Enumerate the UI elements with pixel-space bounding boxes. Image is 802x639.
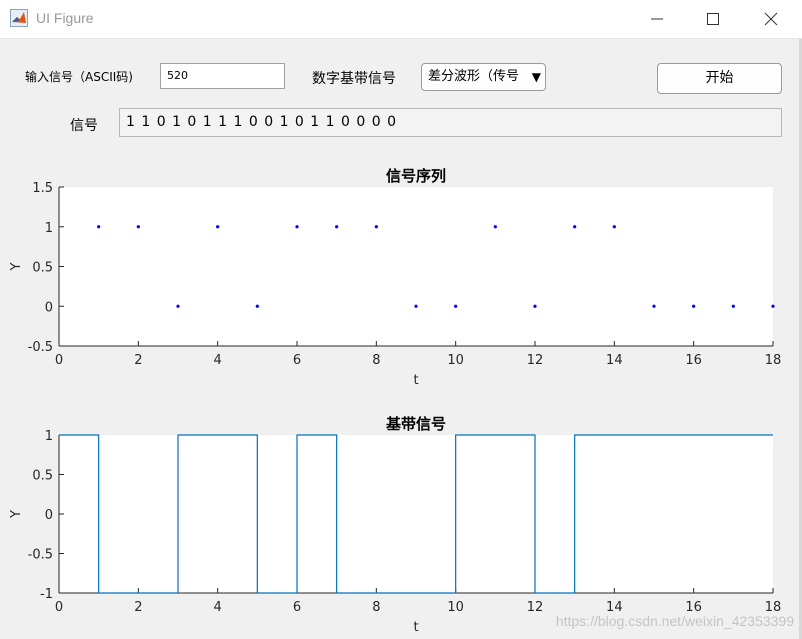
chart-title: 基带信号 — [385, 415, 446, 433]
x-tick-label: 2 — [134, 600, 142, 615]
minimize-icon — [651, 18, 663, 20]
data-point — [573, 225, 577, 229]
start-button[interactable]: 开始 — [657, 63, 782, 94]
x-tick-label: 6 — [293, 600, 301, 615]
waveform-dropdown[interactable]: 差分波形（传号 ▼ — [421, 63, 546, 91]
data-point — [454, 304, 458, 308]
watermark-text: https://blog.csdn.net/weixin_42353399 — [555, 613, 794, 629]
x-tick-label: 6 — [293, 353, 301, 368]
data-point — [414, 304, 418, 308]
y-tick-label: -0.5 — [28, 340, 53, 355]
maximize-button[interactable] — [690, 0, 736, 38]
dropdown-arrow-icon: ▼ — [529, 64, 541, 90]
x-axis-label: t — [413, 373, 418, 388]
y-tick-label: -1 — [40, 587, 53, 602]
y-axis-label: Y — [9, 262, 24, 271]
data-point — [136, 225, 140, 229]
y-tick-label: 1.5 — [32, 181, 53, 196]
x-tick-label: 16 — [685, 353, 702, 368]
matlab-icon — [10, 9, 28, 27]
data-point — [295, 225, 299, 229]
data-point — [374, 225, 378, 229]
data-point — [216, 225, 220, 229]
minimize-button[interactable] — [634, 0, 680, 38]
chart-title: 信号序列 — [386, 167, 446, 185]
baseband-plot: 0 2 4 6 8 10 12 14 16 18 -1 -0.5 0 0.5 1 基带信号 t Y — [0, 408, 802, 639]
y-tick-label: -0.5 — [28, 548, 53, 563]
x-tick-label: 14 — [606, 353, 623, 368]
data-point — [176, 304, 180, 308]
data-point — [335, 225, 339, 229]
data-point — [692, 304, 696, 308]
y-tick-label: 0 — [45, 508, 53, 523]
x-tick-label: 2 — [134, 353, 142, 368]
baseband-chart: 0 2 4 6 8 10 12 14 16 18-1-0.500.51基带信号tY — [9, 415, 781, 635]
plot-area — [59, 187, 773, 346]
title-bar: UI Figure — [0, 0, 802, 39]
y-tick-label: 0.5 — [32, 261, 53, 276]
y-tick-label: 0 — [45, 300, 53, 315]
x-tick-label: 0 — [55, 353, 63, 368]
y-tick-label: 1 — [45, 429, 53, 444]
x-tick-label: 0 — [55, 600, 63, 615]
window-title: UI Figure — [36, 10, 94, 26]
y-axis-label: Y — [9, 510, 24, 519]
x-axis-label: t — [413, 620, 418, 635]
data-point — [493, 225, 497, 229]
sequence-chart: 0 2 4 6 8 10 12 14 16 18-0.500.511.5信号序列tY — [9, 167, 782, 388]
x-tick-label: 12 — [527, 600, 544, 615]
x-tick-label: 4 — [214, 600, 222, 615]
ascii-input-field[interactable]: 520 — [160, 63, 285, 89]
data-point — [533, 304, 537, 308]
data-point — [652, 304, 656, 308]
sequence-plot: 0 2 4 6 8 10 12 14 16 18 -0.5 0 0.5 1 1.5 信号序列 t Y — [0, 160, 802, 400]
x-tick-label: 4 — [214, 353, 222, 368]
close-button[interactable] — [748, 0, 794, 38]
x-tick-label: 18 — [765, 353, 782, 368]
x-tick-label: 8 — [372, 353, 380, 368]
data-point — [255, 304, 259, 308]
y-tick-label: 0.5 — [32, 469, 53, 484]
x-tick-label: 10 — [447, 600, 464, 615]
maximize-icon — [707, 13, 719, 25]
data-point — [731, 304, 735, 308]
baseband-type-label: 数字基带信号 — [312, 71, 396, 87]
close-icon — [764, 12, 778, 26]
signal-output-field: 1 1 0 1 0 1 1 1 0 0 1 0 1 1 0 0 0 0 — [119, 108, 782, 137]
plot-area — [59, 435, 773, 593]
x-tick-label: 8 — [372, 600, 380, 615]
dropdown-selected-value: 差分波形（传号 — [428, 69, 520, 84]
data-point — [771, 304, 775, 308]
input-signal-label: 输入信号（ASCII码) — [25, 70, 133, 84]
signal-label: 信号 — [70, 118, 98, 134]
data-point — [612, 225, 616, 229]
data-point — [97, 225, 101, 229]
x-tick-label: 12 — [527, 353, 544, 368]
x-tick-label: 10 — [447, 353, 464, 368]
y-tick-label: 1 — [45, 221, 53, 236]
